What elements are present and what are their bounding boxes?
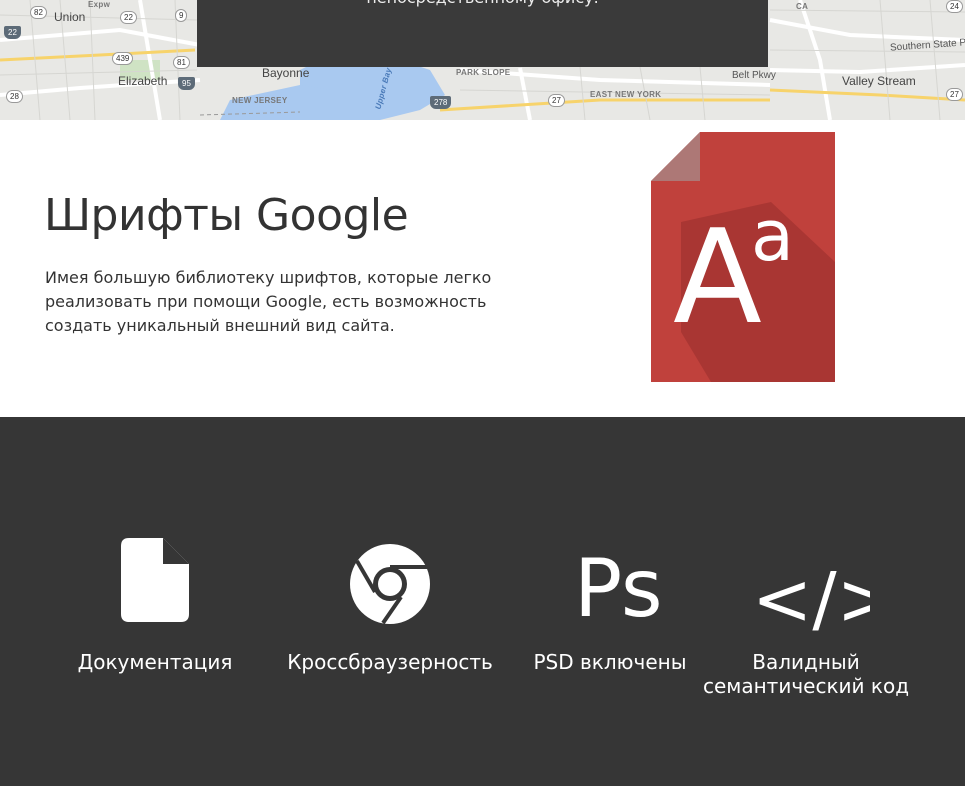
feature-label-documentation: Документация xyxy=(77,650,233,674)
route-shield-27a: 27 xyxy=(548,94,565,107)
route-shield-82: 82 xyxy=(30,6,47,19)
route-shield-24: 24 xyxy=(946,0,963,13)
chrome-icon xyxy=(350,544,430,625)
feature-psd: Ps PSD включены xyxy=(520,538,700,674)
section-title: Шрифты Google xyxy=(44,190,409,241)
features-section: Документация Кроссбраузерность Ps PSD вк… xyxy=(0,417,965,786)
map-label-elizabeth: Elizabeth xyxy=(118,74,168,88)
feature-label-valid-code-line2: семантический код xyxy=(702,674,910,698)
route-shield-278: 278 xyxy=(430,96,452,109)
map-label-valley-stream: Valley Stream xyxy=(842,74,916,88)
map-label-east-new-york: EAST NEW YORK xyxy=(590,90,662,99)
map-label-belt-pkwy: Belt Pkwy xyxy=(732,70,776,81)
route-shield-95: 95 xyxy=(178,77,195,90)
section-description: Имея большую библиотеку шрифтов, которые… xyxy=(45,268,492,335)
font-icon-glyph-upper: A xyxy=(673,201,762,353)
route-shield-439: 439 xyxy=(112,52,134,65)
map-label-expwy: Expw xyxy=(88,0,111,9)
route-shield-22a: 22 xyxy=(4,26,21,39)
contact-overlay: непосредственному офису. xyxy=(197,0,768,67)
route-shield-81: 81 xyxy=(173,56,190,69)
photoshop-icon: Ps xyxy=(574,544,662,624)
font-file-icon: A a xyxy=(651,132,835,382)
feature-valid-code: </> Валидный семантический код xyxy=(700,538,912,698)
feature-documentation: Документация xyxy=(55,538,255,674)
feature-label-valid-code: Валидный семантический код xyxy=(700,650,912,698)
map-label-union: Union xyxy=(54,10,86,24)
google-fonts-section: Шрифты Google Имея большую библиотеку шр… xyxy=(0,120,965,417)
map-background[interactable]: Expw Union Elizabeth Bayonne NEW JERSEY … xyxy=(0,0,965,120)
map-label-ca: CA xyxy=(796,2,809,11)
map-label-bayonne: Bayonne xyxy=(262,66,310,80)
photoshop-glyph: Ps xyxy=(574,544,662,624)
route-shield-28: 28 xyxy=(6,90,23,103)
map-label-park-slope: PARK SLOPE xyxy=(456,68,511,77)
feature-crossbrowser: Кроссбраузерность xyxy=(280,538,500,674)
contact-overlay-text: непосредственному офису. xyxy=(197,0,768,9)
route-shield-27b: 27 xyxy=(946,88,963,101)
font-icon-glyph-lower: a xyxy=(751,195,794,277)
feature-label-psd: PSD включены xyxy=(533,650,687,674)
map-label-new-jersey: NEW JERSEY xyxy=(232,96,288,105)
feature-label-valid-code-line1: Валидный xyxy=(752,650,860,674)
code-icon: </> xyxy=(752,562,870,641)
feature-label-crossbrowser: Кроссбраузерность xyxy=(287,650,493,674)
code-glyph: </> xyxy=(752,562,870,641)
route-shield-22b: 22 xyxy=(120,11,137,24)
document-icon xyxy=(121,538,189,622)
